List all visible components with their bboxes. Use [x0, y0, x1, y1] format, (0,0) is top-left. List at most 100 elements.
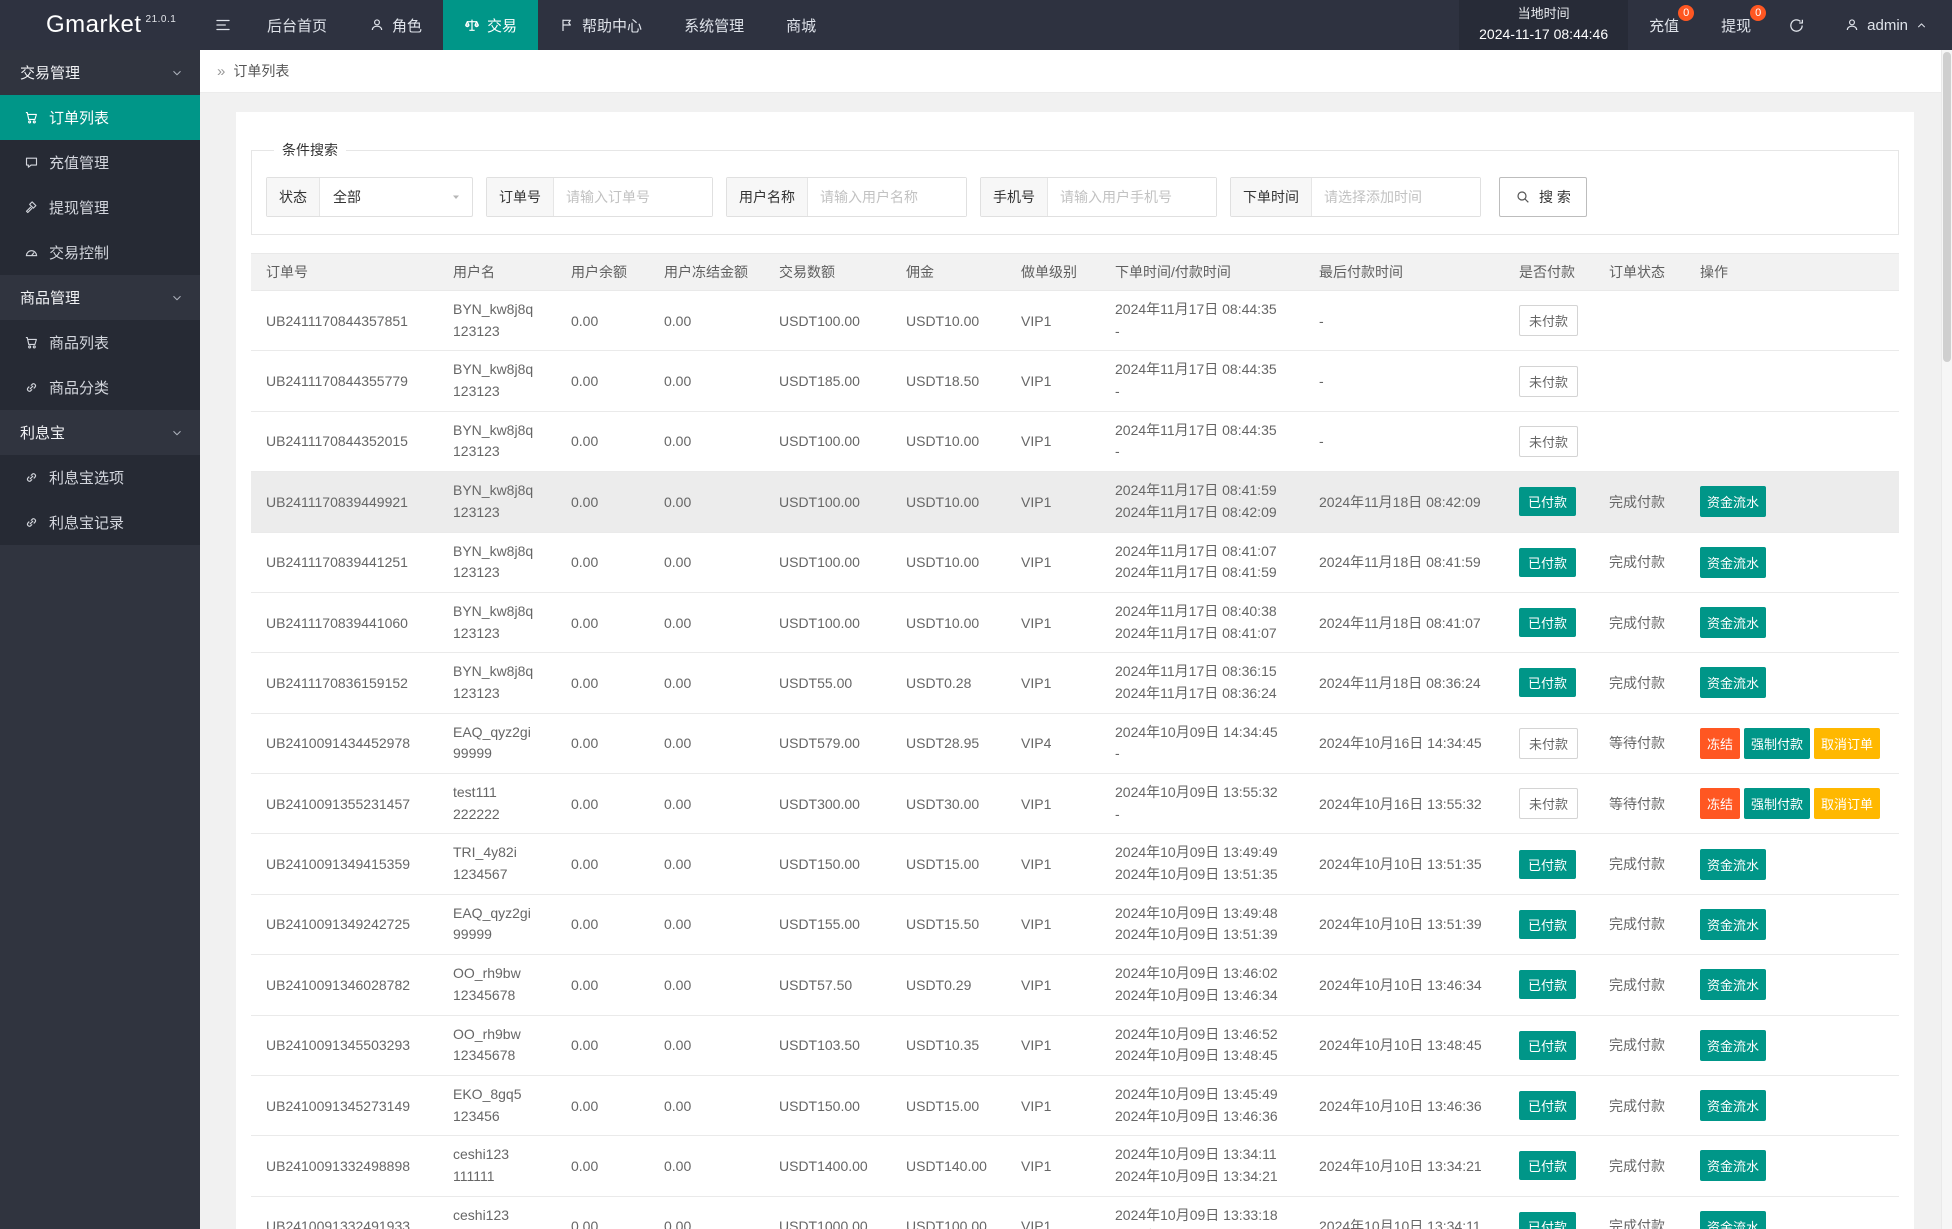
fund-flow-button[interactable]: 资金流水 [1700, 1150, 1766, 1181]
refresh-button[interactable] [1772, 0, 1820, 50]
status-label: 状态 [267, 178, 320, 216]
cell-level: VIP1 [1006, 592, 1100, 652]
cell-level: VIP1 [1006, 532, 1100, 592]
nav-item-label: 系统管理 [684, 15, 744, 36]
fund-flow-button[interactable]: 资金流水 [1700, 849, 1766, 880]
nav-item-system-management[interactable]: 系统管理 [663, 0, 765, 50]
cell-actions: 冻结强制付款取消订单 [1685, 774, 1899, 834]
nav-item-help-center[interactable]: 帮助中心 [538, 0, 663, 50]
cell-pay-badge: 已付款 [1504, 1075, 1594, 1135]
nav-item-trade[interactable]: 交易 [443, 0, 538, 50]
cell-order-pay-time: 2024年11月17日 08:44:35- [1100, 291, 1304, 351]
cell-commission: USDT0.29 [891, 955, 1006, 1015]
order-time-input[interactable] [1312, 178, 1480, 216]
search-button[interactable]: 搜 索 [1499, 177, 1587, 217]
cell-last-pay-time: 2024年10月16日 14:34:45 [1304, 713, 1504, 773]
fund-flow-button[interactable]: 资金流水 [1700, 547, 1766, 578]
cell-actions [1685, 411, 1899, 471]
freeze-button[interactable]: 冻结 [1700, 788, 1740, 819]
chevron-down-icon [170, 291, 184, 305]
sidebar-toggle-button[interactable] [200, 0, 246, 50]
cell-pay-badge: 已付款 [1504, 472, 1594, 532]
table-row: UB2411170836159152BYN_kw8j8q1231230.000.… [251, 653, 1899, 713]
page-scrollbar[interactable] [1941, 50, 1952, 1229]
refresh-icon [1788, 17, 1805, 34]
sidebar-item-order-list[interactable]: 订单列表 [0, 95, 200, 140]
cell-balance: 0.00 [556, 894, 649, 954]
nav-item-role[interactable]: 角色 [348, 0, 443, 50]
cancel-order-button[interactable]: 取消订单 [1814, 728, 1880, 759]
cell-pay-badge: 未付款 [1504, 713, 1594, 773]
sidebar-item-withdraw-management[interactable]: 提现管理 [0, 185, 200, 230]
order-no-input[interactable] [554, 178, 712, 216]
withdraw-badge: 0 [1750, 5, 1766, 21]
cell-order-status: 等待付款 [1594, 713, 1685, 773]
cell-amount: USDT57.50 [764, 955, 891, 1015]
cell-actions: 资金流水 [1685, 592, 1899, 652]
user-menu[interactable]: admin [1820, 0, 1952, 50]
sidebar-group-interest-treasure[interactable]: 利息宝 [0, 410, 200, 455]
sidebar-item-label: 充值管理 [49, 152, 109, 173]
force-pay-button[interactable]: 强制付款 [1744, 728, 1810, 759]
sidebar-item-interest-records[interactable]: 利息宝记录 [0, 500, 200, 545]
fund-flow-button[interactable]: 资金流水 [1700, 1090, 1766, 1121]
sidebar-item-product-list[interactable]: 商品列表 [0, 320, 200, 365]
username-input[interactable] [808, 178, 966, 216]
sidebar-item-interest-options[interactable]: 利息宝选项 [0, 455, 200, 500]
cell-order-no: UB2411170836159152 [251, 653, 438, 713]
cell-order-pay-time: 2024年10月09日 13:33:182024年10月09日 13:34:11 [1100, 1196, 1304, 1229]
breadcrumb: » 订单列表 [200, 50, 1952, 93]
cell-frozen: 0.00 [649, 351, 764, 411]
table-row: UB2411170844352015BYN_kw8j8q1231230.000.… [251, 411, 1899, 471]
fund-flow-button[interactable]: 资金流水 [1700, 486, 1766, 517]
nav-item-mall[interactable]: 商城 [765, 0, 837, 50]
fund-flow-button[interactable]: 资金流水 [1700, 1211, 1766, 1229]
table-row: UB2410091332491933ceshi1231111110.000.00… [251, 1196, 1899, 1229]
cell-level: VIP1 [1006, 1015, 1100, 1075]
cell-level: VIP1 [1006, 1136, 1100, 1196]
phone-input[interactable] [1048, 178, 1216, 216]
fund-flow-button[interactable]: 资金流水 [1700, 667, 1766, 698]
phone-label: 手机号 [981, 178, 1048, 216]
cancel-order-button[interactable]: 取消订单 [1814, 788, 1880, 819]
sidebar-item-trade-control[interactable]: 交易控制 [0, 230, 200, 275]
table-row: UB2410091434452978EAQ_qyz2gi999990.000.0… [251, 713, 1899, 773]
sidebar-group-label: 商品管理 [20, 287, 80, 308]
username-filter: 用户名称 [726, 177, 967, 217]
hammer-icon [24, 200, 39, 215]
cell-pay-badge: 已付款 [1504, 1136, 1594, 1196]
cell-order-no: UB2410091345503293 [251, 1015, 438, 1075]
cell-level: VIP1 [1006, 834, 1100, 894]
fund-flow-button[interactable]: 资金流水 [1700, 969, 1766, 1000]
status-select[interactable]: 全部 [320, 178, 472, 216]
cell-order-pay-time: 2024年10月09日 13:46:022024年10月09日 13:46:34 [1100, 955, 1304, 1015]
scrollbar-thumb[interactable] [1943, 52, 1951, 362]
cell-order-pay-time: 2024年11月17日 08:44:35- [1100, 351, 1304, 411]
cell-order-pay-time: 2024年10月09日 13:49:492024年10月09日 13:51:35 [1100, 834, 1304, 894]
cell-actions [1685, 351, 1899, 411]
nav-item-label: 角色 [392, 15, 422, 36]
sidebar-group-product-management[interactable]: 商品管理 [0, 275, 200, 320]
nav-withdraw[interactable]: 提现 0 [1700, 0, 1772, 50]
cell-last-pay-time: 2024年10月10日 13:46:34 [1304, 955, 1504, 1015]
cell-balance: 0.00 [556, 955, 649, 1015]
fund-flow-button[interactable]: 资金流水 [1700, 909, 1766, 940]
cell-order-pay-time: 2024年11月17日 08:41:592024年11月17日 08:42:09 [1100, 472, 1304, 532]
cell-level: VIP1 [1006, 1196, 1100, 1229]
freeze-button[interactable]: 冻结 [1700, 728, 1740, 759]
top-navbar: Gmarket 21.0.1 后台首页角色交易帮助中心系统管理商城 当地时间 2… [0, 0, 1952, 50]
cell-order-no: UB2411170839449921 [251, 472, 438, 532]
link-icon [24, 515, 39, 530]
cell-actions: 资金流水 [1685, 834, 1899, 894]
nav-recharge[interactable]: 充值 0 [1628, 0, 1700, 50]
nav-item-home[interactable]: 后台首页 [246, 0, 348, 50]
force-pay-button[interactable]: 强制付款 [1744, 788, 1810, 819]
cell-frozen: 0.00 [649, 774, 764, 834]
fund-flow-button[interactable]: 资金流水 [1700, 1030, 1766, 1061]
link-icon [24, 470, 39, 485]
sidebar-item-recharge-management[interactable]: 充值管理 [0, 140, 200, 185]
fund-flow-button[interactable]: 资金流水 [1700, 607, 1766, 638]
sidebar-item-product-category[interactable]: 商品分类 [0, 365, 200, 410]
cell-balance: 0.00 [556, 1075, 649, 1135]
sidebar-group-trade-management[interactable]: 交易管理 [0, 50, 200, 95]
